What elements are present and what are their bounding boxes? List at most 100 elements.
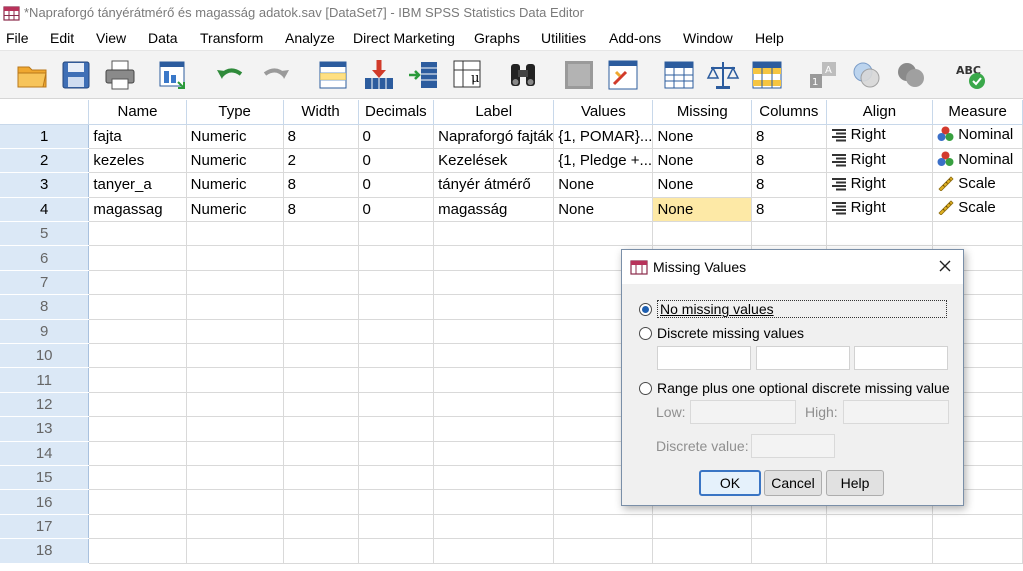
empty-cell[interactable] — [186, 270, 284, 296]
cell-decimals[interactable]: 0 — [358, 148, 435, 174]
cell-measure[interactable]: Scale — [932, 172, 1023, 198]
row-number[interactable]: 17 — [0, 514, 90, 540]
cell-measure[interactable]: Scale — [932, 197, 1023, 223]
radio-button[interactable] — [639, 326, 652, 340]
empty-cell[interactable] — [932, 538, 1023, 564]
low-field[interactable] — [690, 400, 796, 424]
cell-type[interactable]: Numeric — [186, 172, 284, 198]
row-number[interactable]: 13 — [0, 416, 90, 442]
empty-cell[interactable] — [751, 221, 827, 247]
column-header-align[interactable]: Align — [826, 100, 934, 125]
cell-label[interactable]: Kezelések — [433, 148, 555, 174]
empty-cell[interactable] — [88, 245, 187, 271]
use-sets-icon[interactable] — [849, 58, 885, 92]
row-number[interactable]: 6 — [0, 245, 90, 271]
empty-cell[interactable] — [283, 514, 359, 540]
cell-align[interactable]: Right — [826, 172, 934, 198]
empty-cell[interactable] — [283, 221, 359, 247]
empty-cell[interactable] — [283, 392, 359, 418]
empty-cell[interactable] — [88, 514, 187, 540]
cell-values[interactable]: {1, Pledge +... — [553, 148, 654, 174]
cell-type[interactable]: Numeric — [186, 197, 284, 223]
empty-cell[interactable] — [358, 270, 435, 296]
cell-width[interactable]: 8 — [283, 197, 359, 223]
empty-cell[interactable] — [283, 441, 359, 466]
empty-cell[interactable] — [186, 538, 284, 564]
cancel-button[interactable]: Cancel — [764, 470, 822, 496]
empty-cell[interactable] — [358, 245, 435, 271]
menu-edit[interactable]: Edit — [50, 30, 74, 46]
cell-values[interactable]: None — [553, 197, 654, 223]
goto-case-icon[interactable] — [316, 58, 352, 92]
empty-cell[interactable] — [358, 489, 435, 515]
cell-missing[interactable]: None — [652, 172, 753, 198]
print-icon[interactable] — [102, 58, 138, 92]
close-icon[interactable] — [937, 258, 953, 274]
empty-cell[interactable] — [88, 392, 187, 418]
empty-cell[interactable] — [932, 514, 1023, 540]
row-number[interactable]: 16 — [0, 489, 90, 515]
empty-cell[interactable] — [358, 343, 435, 369]
cell-missing-selected[interactable]: None — [652, 197, 753, 223]
empty-cell[interactable] — [652, 514, 753, 540]
row-number[interactable]: 11 — [0, 367, 90, 393]
cell-label[interactable]: tányér átmérő — [433, 172, 555, 198]
empty-cell[interactable] — [652, 221, 753, 247]
empty-cell[interactable] — [186, 221, 284, 247]
cell-measure[interactable]: Nominal — [932, 124, 1023, 149]
row-number[interactable]: 7 — [0, 270, 90, 296]
dialog-title-bar[interactable]: Missing Values — [622, 250, 963, 284]
row-number[interactable]: 3 — [0, 172, 90, 198]
empty-cell[interactable] — [88, 416, 187, 442]
empty-cell[interactable] — [283, 465, 359, 491]
empty-cell[interactable] — [88, 270, 187, 296]
cell-align[interactable]: Right — [826, 148, 934, 174]
empty-cell[interactable] — [283, 416, 359, 442]
menu-utilities[interactable]: Utilities — [541, 30, 586, 46]
insert-variable-icon[interactable] — [605, 58, 641, 92]
empty-cell[interactable] — [88, 367, 187, 393]
empty-cell[interactable] — [358, 392, 435, 418]
empty-cell[interactable] — [826, 514, 934, 540]
cell-missing[interactable]: None — [652, 148, 753, 174]
empty-cell[interactable] — [433, 367, 555, 393]
value-labels-icon[interactable]: 1A — [805, 58, 841, 92]
column-header-type[interactable]: Type — [186, 100, 284, 125]
cell-values[interactable]: {1, POMAR}... — [553, 124, 654, 149]
select-cases-icon[interactable] — [749, 58, 785, 92]
cell-columns[interactable]: 8 — [751, 197, 827, 223]
empty-cell[interactable] — [751, 514, 827, 540]
empty-cell[interactable] — [433, 489, 555, 515]
menu-file[interactable]: File — [6, 30, 29, 46]
empty-cell[interactable] — [186, 441, 284, 466]
undo-icon[interactable] — [212, 58, 248, 92]
column-header-name[interactable]: Name — [88, 100, 187, 125]
column-header-decimals[interactable]: Decimals — [358, 100, 435, 125]
empty-cell[interactable] — [186, 319, 284, 345]
cell-name[interactable]: fajta — [88, 124, 187, 149]
row-number[interactable]: 15 — [0, 465, 90, 491]
empty-cell[interactable] — [88, 221, 187, 247]
row-number[interactable]: 18 — [0, 538, 90, 564]
empty-cell[interactable] — [433, 416, 555, 442]
ok-button[interactable]: OK — [699, 470, 761, 496]
empty-cell[interactable] — [433, 221, 555, 247]
empty-cell[interactable] — [433, 270, 555, 296]
empty-cell[interactable] — [283, 270, 359, 296]
column-header-missing[interactable]: Missing — [652, 100, 753, 125]
radio-discrete-missing-values[interactable]: Discrete missing values — [639, 325, 804, 341]
discrete-value-field-3[interactable] — [854, 346, 948, 370]
empty-cell[interactable] — [433, 465, 555, 491]
menu-data[interactable]: Data — [148, 30, 178, 46]
cell-type[interactable]: Numeric — [186, 148, 284, 174]
row-number[interactable]: 9 — [0, 319, 90, 345]
radio-button-selected[interactable] — [639, 302, 652, 316]
row-number[interactable]: 5 — [0, 221, 90, 247]
empty-cell[interactable] — [88, 441, 187, 466]
empty-cell[interactable] — [553, 221, 654, 247]
menu-direct-marketing[interactable]: Direct Marketing — [353, 30, 455, 46]
empty-cell[interactable] — [186, 294, 284, 320]
cell-measure[interactable]: Nominal — [932, 148, 1023, 174]
column-header-width[interactable]: Width — [283, 100, 359, 125]
goto-variable-icon[interactable] — [361, 58, 397, 92]
